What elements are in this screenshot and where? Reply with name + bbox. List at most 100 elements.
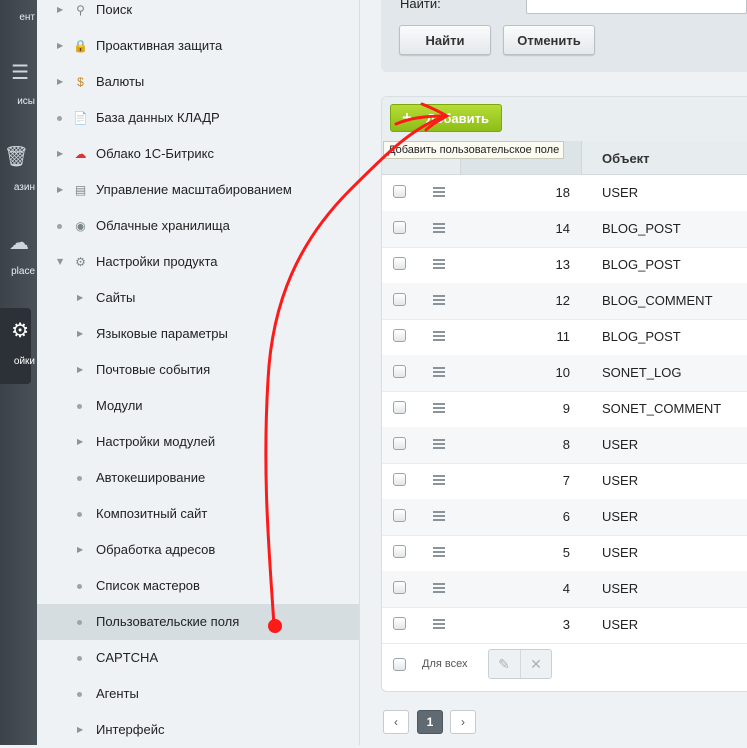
menu-item-sites[interactable]: ▶ Сайты [37,280,359,316]
menu-item-modules[interactable]: Модули [37,388,359,424]
table-row[interactable]: 5 USER [382,535,747,572]
next-page-button[interactable]: › [450,710,476,734]
menu-item-proactive[interactable]: ▶ 🔒 Проактивная защита [37,28,359,64]
row-checkbox[interactable] [393,329,406,342]
menu-item-kladr[interactable]: 📄 База данных КЛАДР [37,100,359,136]
row-checkbox[interactable] [393,617,406,630]
menu-item-cloud-storage[interactable]: ◉ Облачные хранилища [37,208,359,244]
header-object-column[interactable]: Объект [602,151,650,166]
row-menu-icon[interactable] [433,187,445,197]
expand-arrow-icon[interactable]: ▶ [57,172,63,208]
menu-item-mail-events[interactable]: ▶ Почтовые события [37,352,359,388]
cancel-button[interactable]: Отменить [503,25,595,55]
expand-arrow-icon[interactable]: ▶ [77,352,83,388]
expand-arrow-icon[interactable]: ▶ [77,424,83,460]
rail-item-services[interactable]: ☰ исы [0,56,37,116]
rail-item-content[interactable]: ент [0,0,37,36]
rail-item-settings[interactable]: ⚙ ойки [0,312,37,378]
row-menu-icon[interactable] [433,439,445,449]
row-menu-icon[interactable] [433,583,445,593]
group-actions: ✎ ✕ [488,649,552,679]
menu-item-wizards[interactable]: Список мастеров [37,568,359,604]
row-menu-icon[interactable] [433,259,445,269]
menu-item-label: Сайты [96,290,136,305]
expand-arrow-icon[interactable]: ▶ [77,532,83,568]
row-id: 5 [562,545,570,560]
table-row[interactable]: 4 USER [382,571,747,608]
bullet-dot [77,656,82,661]
add-button[interactable]: + Добавить [390,104,502,132]
table-row[interactable]: 6 USER [382,499,747,536]
expand-arrow-icon[interactable]: ▶ [57,136,63,172]
row-id: 4 [562,581,570,596]
settings-icon: ⚙ [11,320,29,342]
menu-item-captcha[interactable]: CAPTCHA [37,640,359,676]
menu-item-interface[interactable]: ▶ Интерфейс [37,712,359,748]
edit-icon[interactable]: ✎ [489,650,519,678]
table-row[interactable]: 18 USER [382,175,747,212]
menu-item-scaling[interactable]: ▶ ▤ Управление масштабированием [37,172,359,208]
expand-arrow-icon[interactable]: ▶ [57,64,63,100]
row-menu-icon[interactable] [433,619,445,629]
row-checkbox[interactable] [393,365,406,378]
menu-item-search[interactable]: ▶ ⚲ Поиск [37,0,359,28]
menu-item-composite[interactable]: Композитный сайт [37,496,359,532]
expand-arrow-icon[interactable]: ▶ [57,0,63,28]
table-row[interactable]: 7 USER [382,463,747,500]
row-checkbox[interactable] [393,437,406,450]
row-menu-icon[interactable] [433,511,445,521]
expand-arrow-icon[interactable]: ▶ [77,712,83,748]
menu-item-label: Список мастеров [96,578,200,593]
table-row[interactable]: 13 BLOG_POST [382,247,747,284]
row-checkbox[interactable] [393,257,406,270]
row-menu-icon[interactable] [433,547,445,557]
menu-item-currency[interactable]: ▶ $ Валюты [37,64,359,100]
table-row[interactable]: 14 BLOG_POST [382,211,747,248]
prev-page-button[interactable]: ‹ [383,710,409,734]
row-menu-icon[interactable] [433,295,445,305]
menu-item-cloud[interactable]: ▶ ☁ Облако 1С-Битрикс [37,136,359,172]
row-checkbox[interactable] [393,293,406,306]
row-checkbox[interactable] [393,509,406,522]
row-menu-icon[interactable] [433,367,445,377]
grid-footer: Для всех ✎ ✕ [382,645,747,689]
menu-item-module-settings[interactable]: ▶ Настройки модулей [37,424,359,460]
find-input[interactable] [526,0,747,14]
menu-item-product-settings[interactable]: ▶ ⚙ Настройки продукта [37,244,359,280]
row-id: 10 [555,365,570,380]
expand-arrow-icon[interactable]: ▶ [77,316,83,352]
table-row[interactable]: 3 USER [382,607,747,644]
row-id: 9 [562,401,570,416]
row-object: BLOG_POST [602,329,681,344]
select-all-checkbox[interactable] [393,658,406,671]
row-checkbox[interactable] [393,473,406,486]
row-menu-icon[interactable] [433,223,445,233]
menu-item-label: Почтовые события [96,362,211,377]
row-checkbox[interactable] [393,185,406,198]
row-checkbox[interactable] [393,581,406,594]
row-menu-icon[interactable] [433,475,445,485]
services-icon: ☰ [11,62,29,84]
find-button[interactable]: Найти [399,25,491,55]
menu-item-agents[interactable]: Агенты [37,676,359,712]
row-checkbox[interactable] [393,401,406,414]
current-page[interactable]: 1 [417,710,443,734]
rail-item-marketplace[interactable]: ☁ place [0,228,37,284]
row-checkbox[interactable] [393,545,406,558]
menu-item-autocache[interactable]: Автокеширование [37,460,359,496]
menu-item-user-fields[interactable]: Пользовательские поля [37,604,359,640]
rail-item-store[interactable]: 🗑 азин [0,142,37,198]
menu-item-language[interactable]: ▶ Языковые параметры [37,316,359,352]
expand-arrow-icon[interactable]: ▶ [77,280,83,316]
expand-arrow-icon[interactable]: ▶ [57,28,63,64]
row-checkbox[interactable] [393,221,406,234]
row-menu-icon[interactable] [433,331,445,341]
table-row[interactable]: 8 USER [382,427,747,464]
table-row[interactable]: 9 SONET_COMMENT [382,391,747,428]
table-row[interactable]: 10 SONET_LOG [382,355,747,392]
delete-icon[interactable]: ✕ [520,650,551,678]
table-row[interactable]: 12 BLOG_COMMENT [382,283,747,320]
menu-item-url-processing[interactable]: ▶ Обработка адресов [37,532,359,568]
row-menu-icon[interactable] [433,403,445,413]
table-row[interactable]: 11 BLOG_POST [382,319,747,356]
